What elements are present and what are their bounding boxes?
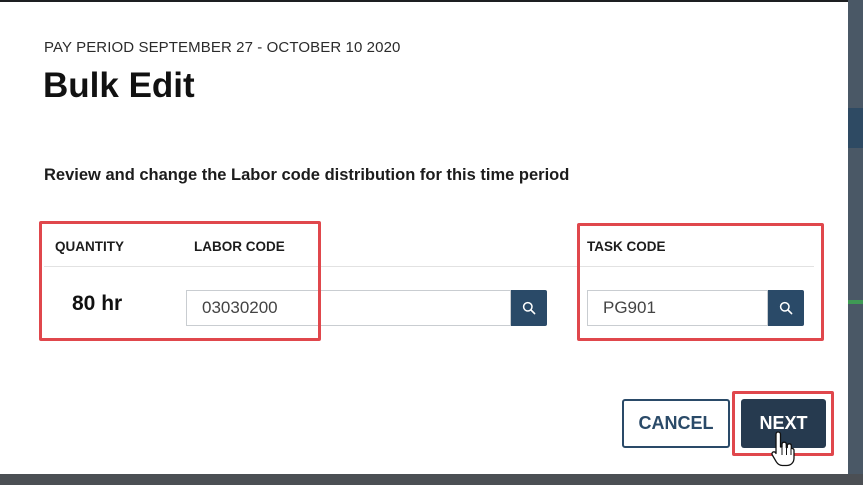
task-code-highlight	[577, 223, 824, 341]
quantity-labor-highlight	[39, 221, 321, 341]
background-page-edge	[848, 0, 863, 485]
background-page-bottom	[0, 474, 863, 485]
background-strip-green	[848, 300, 863, 304]
background-strip	[848, 108, 863, 148]
modal-description: Review and change the Labor code distrib…	[44, 166, 570, 184]
labor-code-search-button[interactable]	[511, 290, 547, 326]
pay-period-label: PAY PERIOD SEPTEMBER 27 - OCTOBER 10 202…	[44, 39, 401, 56]
bulk-edit-modal: PAY PERIOD SEPTEMBER 27 - OCTOBER 10 202…	[0, 0, 848, 474]
cancel-button[interactable]: CANCEL	[622, 399, 730, 448]
search-icon	[522, 301, 536, 315]
hand-pointer-cursor-icon	[771, 431, 795, 467]
modal-title: Bulk Edit	[43, 66, 195, 105]
